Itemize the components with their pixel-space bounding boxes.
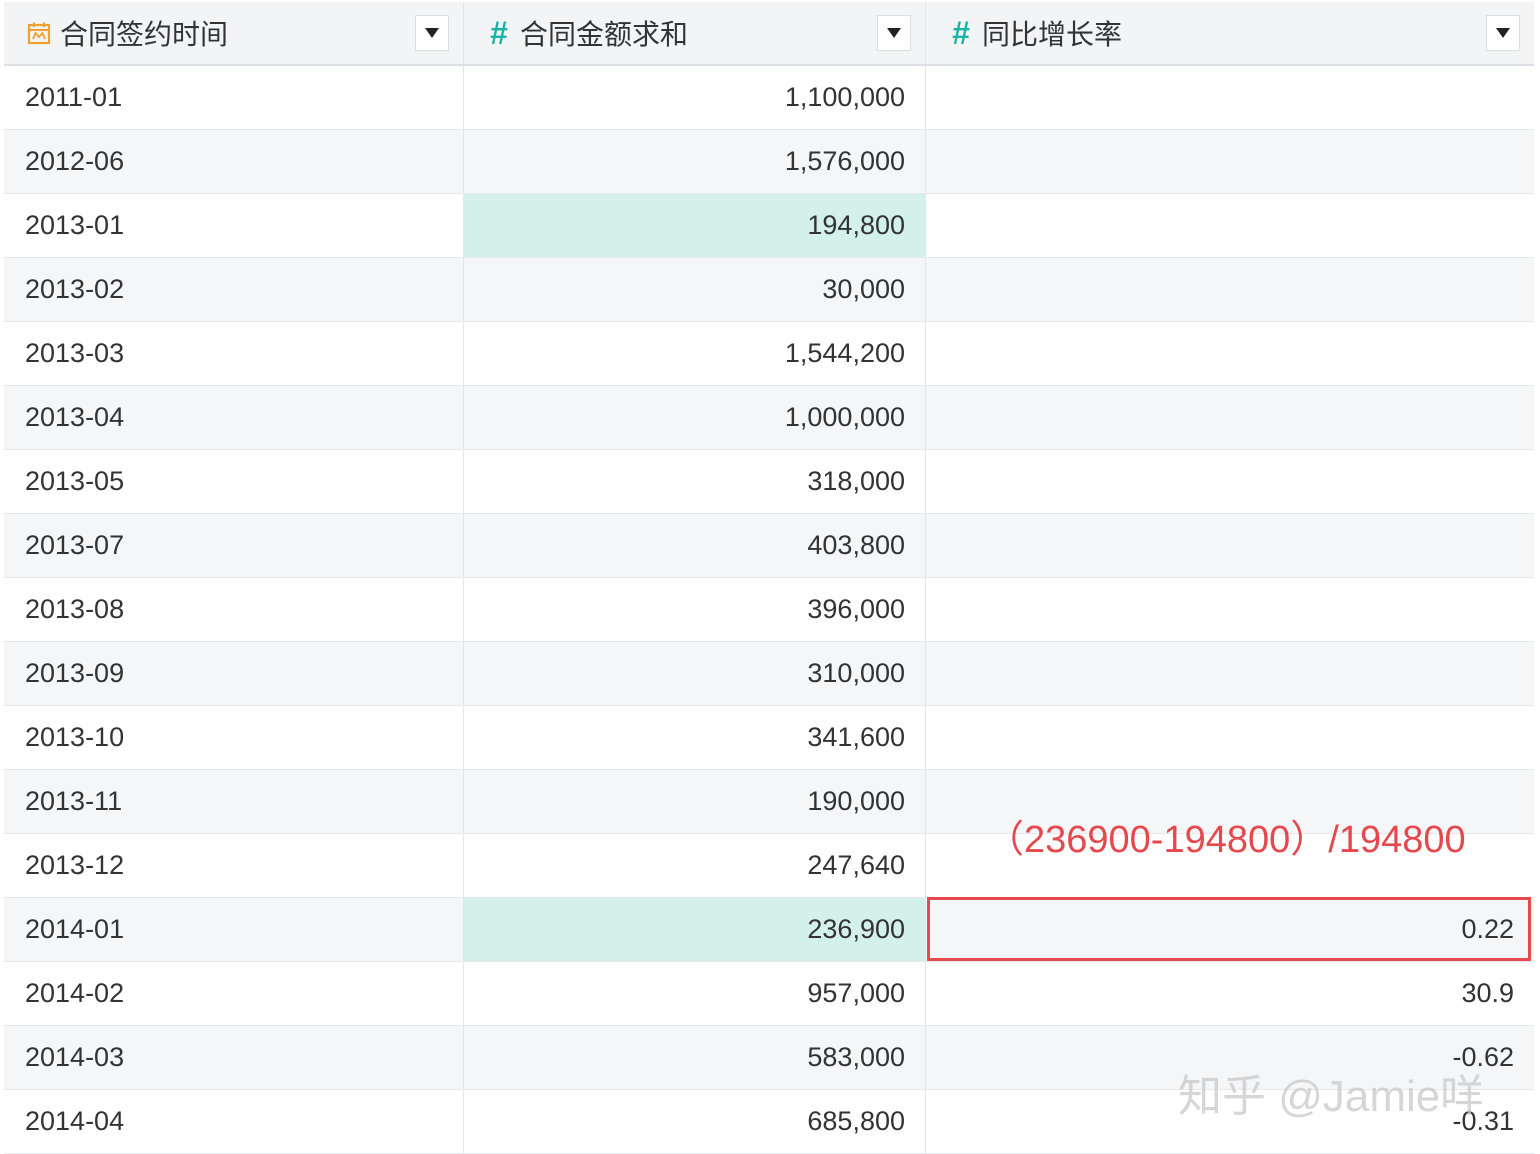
number-type-icon: # bbox=[952, 14, 970, 51]
growth-cell[interactable] bbox=[926, 514, 1534, 577]
date-cell[interactable]: 2013-04 bbox=[4, 386, 464, 449]
date-cell[interactable]: 2013-07 bbox=[4, 514, 464, 577]
amount-cell-highlighted[interactable]: 236,900 bbox=[464, 898, 926, 961]
date-cell[interactable]: 2011-01 bbox=[4, 66, 464, 129]
amount-cell-highlighted[interactable]: 194,800 bbox=[464, 194, 926, 257]
date-cell[interactable]: 2014-04 bbox=[4, 1090, 464, 1153]
table-row: 2013-01 194,800 bbox=[4, 194, 1534, 258]
column-header-contract-date[interactable]: 合同签约时间 bbox=[4, 2, 464, 64]
table-row: 2013-08 396,000 bbox=[4, 578, 1534, 642]
date-cell[interactable]: 2014-01 bbox=[4, 898, 464, 961]
column-header-label: 合同金额求和 bbox=[520, 19, 689, 50]
amount-cell[interactable]: 396,000 bbox=[464, 578, 926, 641]
amount-cell[interactable]: 247,640 bbox=[464, 834, 926, 897]
amount-cell[interactable]: 685,800 bbox=[464, 1090, 926, 1153]
table-header: 合同签约时间 # 合同金额求和 # 同比增长率 bbox=[4, 2, 1534, 66]
growth-cell[interactable]: 30.9 bbox=[926, 962, 1534, 1025]
table-row: 2013-07 403,800 bbox=[4, 514, 1534, 578]
amount-cell[interactable]: 583,000 bbox=[464, 1026, 926, 1089]
column-header-contract-amount[interactable]: # 合同金额求和 bbox=[464, 2, 926, 64]
date-cell[interactable]: 2013-05 bbox=[4, 450, 464, 513]
growth-cell[interactable] bbox=[926, 194, 1534, 257]
date-cell[interactable]: 2013-12 bbox=[4, 834, 464, 897]
date-cell[interactable]: 2013-10 bbox=[4, 706, 464, 769]
date-cell[interactable]: 2013-11 bbox=[4, 770, 464, 833]
growth-cell[interactable] bbox=[926, 386, 1534, 449]
amount-cell[interactable]: 1,000,000 bbox=[464, 386, 926, 449]
data-table: 合同签约时间 # 合同金额求和 # 同比增长率 2011-01 1,100,00… bbox=[4, 2, 1534, 1154]
growth-cell[interactable] bbox=[926, 322, 1534, 385]
growth-cell[interactable] bbox=[926, 130, 1534, 193]
table-row: 2013-10 341,600 bbox=[4, 706, 1534, 770]
table-row: 2013-09 310,000 bbox=[4, 642, 1534, 706]
formula-annotation: （236900-194800）/194800 bbox=[986, 819, 1466, 861]
caret-down-icon[interactable] bbox=[415, 15, 449, 51]
column-header-label: 合同签约时间 bbox=[60, 19, 229, 50]
date-cell[interactable]: 2013-01 bbox=[4, 194, 464, 257]
number-type-icon: # bbox=[490, 14, 508, 51]
amount-cell[interactable]: 318,000 bbox=[464, 450, 926, 513]
growth-cell[interactable] bbox=[926, 642, 1534, 705]
table-row: 2012-06 1,576,000 bbox=[4, 130, 1534, 194]
date-cell[interactable]: 2014-03 bbox=[4, 1026, 464, 1089]
table-row: 2011-01 1,100,000 bbox=[4, 66, 1534, 130]
date-cell[interactable]: 2013-09 bbox=[4, 642, 464, 705]
caret-down-icon[interactable] bbox=[1486, 15, 1520, 51]
growth-cell[interactable] bbox=[926, 258, 1534, 321]
amount-cell[interactable]: 1,544,200 bbox=[464, 322, 926, 385]
growth-cell[interactable] bbox=[926, 706, 1534, 769]
amount-cell[interactable]: 403,800 bbox=[464, 514, 926, 577]
caret-down-icon[interactable] bbox=[877, 15, 911, 51]
amount-cell[interactable]: 341,600 bbox=[464, 706, 926, 769]
table-row: 2013-04 1,000,000 bbox=[4, 386, 1534, 450]
date-cell[interactable]: 2013-02 bbox=[4, 258, 464, 321]
watermark: 知乎 @Jamie咩 bbox=[1178, 1072, 1485, 1121]
table-row: 2013-03 1,544,200 bbox=[4, 322, 1534, 386]
table-row: 2013-02 30,000 bbox=[4, 258, 1534, 322]
date-cell[interactable]: 2014-02 bbox=[4, 962, 464, 1025]
calendar-icon bbox=[26, 20, 52, 46]
amount-cell[interactable]: 957,000 bbox=[464, 962, 926, 1025]
table-row: 2014-02 957,000 30.9 bbox=[4, 962, 1534, 1026]
growth-cell[interactable] bbox=[926, 578, 1534, 641]
amount-cell[interactable]: 1,100,000 bbox=[464, 66, 926, 129]
table-row: 2013-05 318,000 bbox=[4, 450, 1534, 514]
column-header-label: 同比增长率 bbox=[982, 19, 1123, 50]
column-header-yoy-growth[interactable]: # 同比增长率 bbox=[926, 2, 1534, 64]
amount-cell[interactable]: 310,000 bbox=[464, 642, 926, 705]
amount-cell[interactable]: 190,000 bbox=[464, 770, 926, 833]
date-cell[interactable]: 2013-03 bbox=[4, 322, 464, 385]
annotation-highlight-box bbox=[927, 897, 1531, 961]
growth-cell[interactable] bbox=[926, 450, 1534, 513]
amount-cell[interactable]: 30,000 bbox=[464, 258, 926, 321]
amount-cell[interactable]: 1,576,000 bbox=[464, 130, 926, 193]
date-cell[interactable]: 2012-06 bbox=[4, 130, 464, 193]
date-cell[interactable]: 2013-08 bbox=[4, 578, 464, 641]
growth-cell[interactable] bbox=[926, 66, 1534, 129]
